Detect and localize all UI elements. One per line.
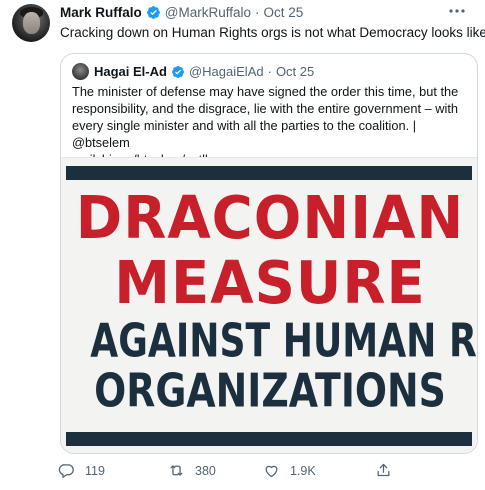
poster-subheadline-line: AGAINST HUMAN RIGHTS	[90, 313, 477, 368]
quoted-text-line: every single minister and with all the p…	[72, 118, 417, 150]
quoted-separator: ·	[267, 64, 272, 79]
quoted-text: The minister of defense may have signed …	[72, 83, 472, 168]
poster-headline-line: DRACONIAN	[75, 184, 465, 253]
quoted-timestamp[interactable]: Oct 25	[276, 64, 314, 79]
author-handle[interactable]: @MarkRuffalo	[165, 5, 251, 20]
avatar-face	[23, 12, 40, 34]
poster-top-bar	[66, 166, 472, 180]
quoted-header: Hagai El-Ad @HagaiElAd · Oct 25	[72, 63, 314, 80]
reply-button[interactable]: 119	[58, 462, 168, 479]
quoted-author-name[interactable]: Hagai El-Ad	[94, 64, 167, 79]
quoted-tweet[interactable]: Hagai El-Ad @HagaiElAd · Oct 25 The mini…	[60, 53, 478, 454]
quoted-author-handle[interactable]: @HagaiElAd	[189, 64, 264, 79]
retweet-count: 380	[195, 463, 216, 478]
header-separator: ·	[255, 5, 260, 20]
reply-icon	[58, 464, 74, 478]
author-avatar[interactable]	[12, 4, 50, 42]
poster-bottom-bar	[66, 432, 472, 446]
verified-badge-icon	[171, 65, 184, 78]
author-name[interactable]: Mark Ruffalo	[60, 5, 142, 20]
heart-icon	[265, 465, 278, 478]
reply-count: 119	[85, 463, 105, 478]
share-icon	[377, 463, 390, 477]
verified-badge-icon	[146, 6, 160, 19]
like-button[interactable]: 1.9K	[263, 462, 375, 479]
tweet-actions: 119 380 1.9K	[58, 462, 468, 479]
more-icon[interactable]	[447, 4, 467, 18]
poster-subheadline-line: ORGANIZATIONS	[94, 363, 446, 418]
tweet[interactable]: Mark Ruffalo @MarkRuffalo · Oct 25 Crack…	[0, 0, 485, 490]
poster-headline-line: MEASURE	[114, 249, 426, 318]
retweet-icon	[170, 465, 183, 476]
like-count: 1.9K	[290, 463, 316, 478]
media-image[interactable]: DRACONIAN MEASURE AGAINST HUMAN RIGHTS O…	[61, 157, 477, 453]
retweet-button[interactable]: 380	[168, 462, 263, 479]
share-button[interactable]	[375, 462, 415, 479]
more-dots-icon	[449, 9, 465, 13]
tweet-text: Cracking down on Human Rights orgs is no…	[60, 25, 485, 40]
quoted-text-line: responsibility, and the disgrace, lie wi…	[72, 101, 459, 116]
tweet-header: Mark Ruffalo @MarkRuffalo · Oct 25	[60, 5, 303, 20]
quoted-avatar[interactable]	[72, 63, 89, 80]
quoted-text-line: The minister of defense may have signed …	[72, 84, 459, 99]
tweet-timestamp[interactable]: Oct 25	[264, 5, 304, 20]
